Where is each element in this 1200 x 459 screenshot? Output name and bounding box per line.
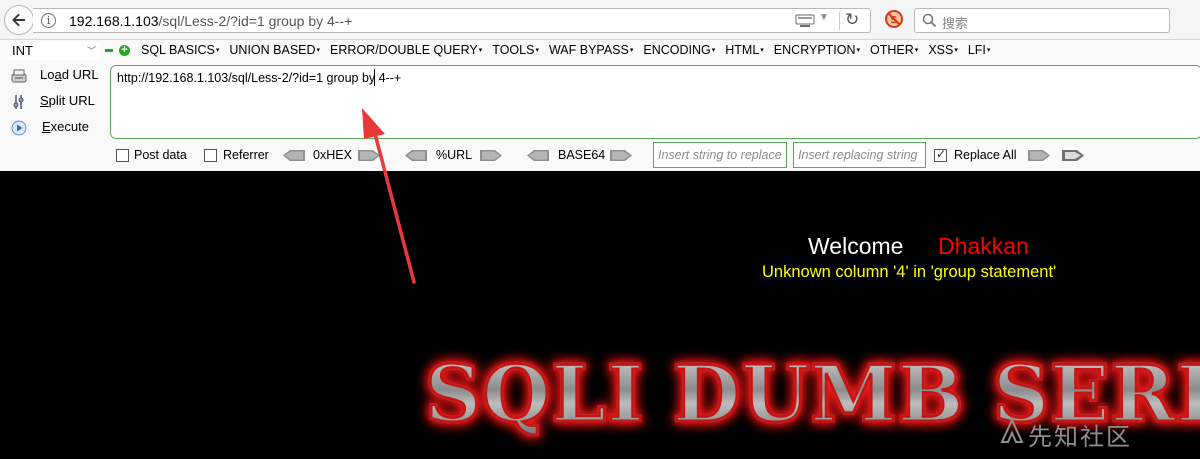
menu-encryption[interactable]: ENCRYPTION▾	[774, 43, 860, 57]
menu-lfi[interactable]: LFI▾	[968, 43, 991, 57]
reload-icon[interactable]: ↻	[845, 10, 859, 30]
xianzhi-logo-icon	[1000, 418, 1024, 443]
menu-xss[interactable]: XSS▾	[928, 43, 958, 57]
hackbar-menus: SQL BASICS▾ UNION BASED▾ ERROR/DOUBLE QU…	[141, 43, 1000, 57]
increase-icon[interactable]: +	[119, 45, 130, 56]
noscript-icon[interactable]: S	[885, 10, 903, 28]
execute-label: Execute	[42, 119, 89, 134]
sql-error-message: Unknown column '4' in 'group statement'	[762, 263, 1057, 281]
split-url-icon	[13, 95, 24, 109]
menu-union-based[interactable]: UNION BASED▾	[229, 43, 320, 57]
base64-label: BASE64	[558, 148, 606, 162]
page-actions-icon[interactable]	[795, 14, 815, 28]
menu-waf-bypass[interactable]: WAF BYPASS▾	[549, 43, 633, 57]
hex-encode-arrow-icon[interactable]	[358, 150, 380, 161]
hackbar-options-row: Post data Referrer 0xHEX %URL BASE64 Ins…	[0, 141, 1200, 169]
split-url-button[interactable]: Split URL	[8, 90, 108, 116]
url-host: 192.168.1.103	[69, 13, 159, 29]
chevron-down-icon: ﹀	[86, 46, 96, 56]
load-url-label: Load URL	[40, 67, 99, 82]
post-data-checkbox[interactable]	[116, 149, 129, 162]
welcome-name: Dhakkan	[938, 233, 1029, 259]
execute-icon	[11, 120, 27, 136]
url-textarea[interactable]: http://192.168.1.103/sql/Less-2/?id=1 gr…	[110, 65, 1200, 139]
replace-string-input[interactable]: Insert string to replace	[653, 142, 787, 168]
menu-encoding[interactable]: ENCODING▾	[643, 43, 715, 57]
url-textarea-value: http://192.168.1.103/sql/Less-2/?id=1 gr…	[117, 71, 402, 85]
post-data-label: Post data	[134, 148, 187, 162]
mode-select-value: INT	[12, 43, 33, 58]
load-url-icon	[11, 69, 27, 83]
back-arrow-icon	[12, 13, 25, 27]
watermark: 先知社区	[1028, 424, 1132, 451]
url-enc-label: %URL	[436, 148, 473, 162]
replace-apply-arrow-icon[interactable]	[1062, 150, 1084, 161]
menu-other[interactable]: OTHER▾	[870, 43, 918, 57]
decrease-icon[interactable]	[105, 49, 113, 52]
replace-all-checkbox[interactable]	[934, 147, 947, 162]
split-url-label: Split URL	[40, 93, 95, 108]
hackbar-menu-row: INT ﹀ + SQL BASICS▾ UNION BASED▾ ERROR/D…	[0, 40, 1200, 62]
search-placeholder: 搜索	[942, 16, 969, 31]
menu-html[interactable]: HTML▾	[725, 43, 764, 57]
search-icon	[922, 13, 937, 28]
address-bar-url[interactable]: 192.168.1.103/sql/Less-2/?id=1 group by …	[69, 13, 352, 29]
load-url-button[interactable]: Load URL	[8, 64, 108, 90]
back-button[interactable]	[4, 5, 34, 35]
url-path: /sql/Less-2/?id=1 group by 4--+	[158, 13, 353, 29]
menu-error-double-query[interactable]: ERROR/DOUBLE QUERY▾	[330, 43, 482, 57]
base64-decode-arrow-icon[interactable]	[527, 150, 549, 161]
navigation-toolbar: i 192.168.1.103/sql/Less-2/?id=1 group b…	[0, 0, 1200, 40]
execute-button[interactable]: Execute	[8, 116, 108, 142]
hackbar-panel: INT ﹀ + SQL BASICS▾ UNION BASED▾ ERROR/D…	[0, 40, 1200, 171]
menu-tools[interactable]: TOOLS▾	[492, 43, 539, 57]
dropdown-arrow-icon[interactable]: ▼	[819, 12, 829, 23]
welcome-text: Welcome	[808, 233, 904, 259]
page-content: Welcome Dhakkan Unknown column '4' in 'g…	[0, 171, 1200, 459]
replacing-string-input[interactable]: Insert replacing string	[793, 142, 926, 168]
hackbar-actions: Load URL Split URL Execute	[8, 64, 108, 142]
referrer-checkbox[interactable]	[204, 149, 217, 162]
base64-encode-arrow-icon[interactable]	[610, 150, 632, 161]
url-decode-arrow-icon[interactable]	[405, 150, 427, 161]
text-caret	[374, 69, 375, 86]
hex-decode-arrow-icon[interactable]	[283, 150, 305, 161]
site-info-icon[interactable]: i	[41, 13, 56, 28]
divider	[839, 12, 840, 30]
referrer-label: Referrer	[223, 148, 269, 162]
replace-all-label: Replace All	[954, 148, 1017, 162]
mode-select[interactable]: INT ﹀	[8, 42, 100, 60]
hex-label: 0xHEX	[313, 148, 352, 162]
menu-sql-basics[interactable]: SQL BASICS▾	[141, 43, 219, 57]
url-encode-arrow-icon[interactable]	[480, 150, 502, 161]
search-bar[interactable]: 搜索	[914, 8, 1170, 33]
replace-forward-arrow-icon[interactable]	[1028, 150, 1050, 161]
address-bar[interactable]: i 192.168.1.103/sql/Less-2/?id=1 group b…	[33, 8, 871, 33]
